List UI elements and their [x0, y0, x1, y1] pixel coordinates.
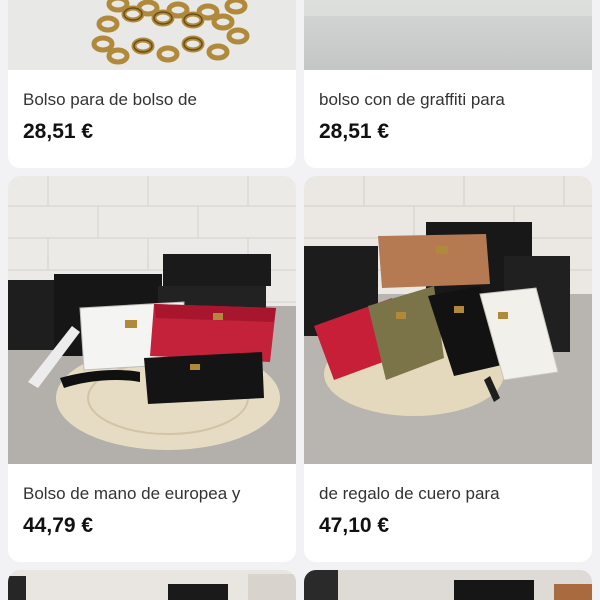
product-card[interactable]: bolso con de graffiti para 28,51 €: [304, 0, 592, 168]
product-card[interactable]: Bolso para de bolso de 28,51 €: [8, 0, 296, 168]
product-card[interactable]: de regalo de cuero para 47,10 €: [304, 176, 592, 562]
product-card[interactable]: Bolso de mano de europea y 44,79 €: [8, 176, 296, 562]
product-title[interactable]: bolso con de graffiti para: [319, 90, 584, 110]
product-image[interactable]: [8, 570, 296, 600]
product-image[interactable]: [304, 570, 592, 600]
product-title[interactable]: Bolso para de bolso de: [23, 90, 288, 110]
product-image[interactable]: [304, 0, 592, 70]
product-card[interactable]: [8, 570, 296, 600]
product-title[interactable]: Bolso de mano de europea y: [23, 484, 288, 504]
product-price: 28,51 €: [319, 120, 390, 143]
product-image[interactable]: [304, 176, 592, 464]
product-price: 28,51 €: [23, 120, 94, 143]
product-price: 44,79 €: [23, 514, 94, 537]
product-title[interactable]: de regalo de cuero para: [319, 484, 584, 504]
product-card[interactable]: [304, 570, 592, 600]
product-image[interactable]: [8, 176, 296, 464]
product-image[interactable]: [8, 0, 296, 70]
product-grid: Bolso para de bolso de 28,51 € bolso con…: [0, 0, 600, 600]
product-price: 47,10 €: [319, 514, 390, 537]
